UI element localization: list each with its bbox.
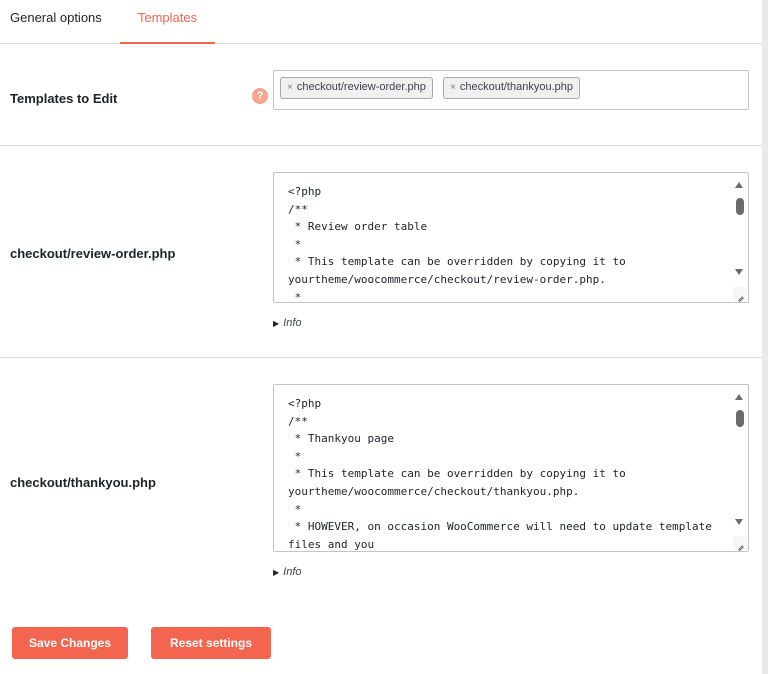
review-order-label: checkout/review-order.php xyxy=(10,246,176,261)
reset-settings-button[interactable]: Reset settings xyxy=(151,627,271,659)
info-label: Info xyxy=(283,566,302,578)
review-order-code-editor[interactable]: <?php /** * Review order table * * This … xyxy=(273,172,749,303)
info-toggle[interactable]: ▶ Info xyxy=(273,566,302,578)
page-scrollbar-track[interactable] xyxy=(762,0,768,674)
scroll-down-icon[interactable] xyxy=(735,519,743,525)
triangle-right-icon: ▶ xyxy=(273,568,280,577)
thankyou-label: checkout/thankyou.php xyxy=(10,475,156,490)
divider xyxy=(0,357,762,358)
template-chip: × checkout/review-order.php xyxy=(280,77,433,99)
help-icon[interactable]: ? xyxy=(252,88,268,104)
thankyou-code-editor[interactable]: <?php /** * Thankyou page * * This templ… xyxy=(273,384,749,552)
scrollbar-thumb[interactable] xyxy=(736,410,744,427)
code-content: <?php /** * Review order table * * This … xyxy=(288,185,626,303)
resize-handle-icon[interactable] xyxy=(733,536,747,550)
info-label: Info xyxy=(283,317,302,329)
tab-general-options[interactable]: General options xyxy=(10,0,102,43)
chip-label: checkout/review-order.php xyxy=(296,81,426,93)
scroll-up-icon[interactable] xyxy=(735,182,743,188)
scrollbar-thumb[interactable] xyxy=(736,198,744,215)
resize-handle-icon[interactable] xyxy=(733,287,747,301)
triangle-right-icon: ▶ xyxy=(273,319,280,328)
tab-templates[interactable]: Templates xyxy=(120,0,215,44)
code-content: <?php /** * Thankyou page * * This templ… xyxy=(288,397,712,551)
save-changes-button[interactable]: Save Changes xyxy=(12,627,128,659)
remove-chip-icon[interactable]: × xyxy=(287,82,293,93)
templates-to-edit-label: Templates to Edit xyxy=(10,91,118,106)
divider xyxy=(0,145,762,146)
remove-chip-icon[interactable]: × xyxy=(450,82,456,93)
scroll-up-icon[interactable] xyxy=(735,394,743,400)
info-toggle[interactable]: ▶ Info xyxy=(273,317,302,329)
settings-page: General options Templates Templates to E… xyxy=(0,0,762,674)
scroll-down-icon[interactable] xyxy=(735,269,743,275)
templates-multiselect[interactable]: × checkout/review-order.php × checkout/tha… xyxy=(273,70,749,110)
template-chip: × checkout/thankyou.php xyxy=(443,77,580,99)
chip-label: checkout/thankyou.php xyxy=(459,81,573,93)
tab-bar: General options Templates xyxy=(0,0,762,44)
